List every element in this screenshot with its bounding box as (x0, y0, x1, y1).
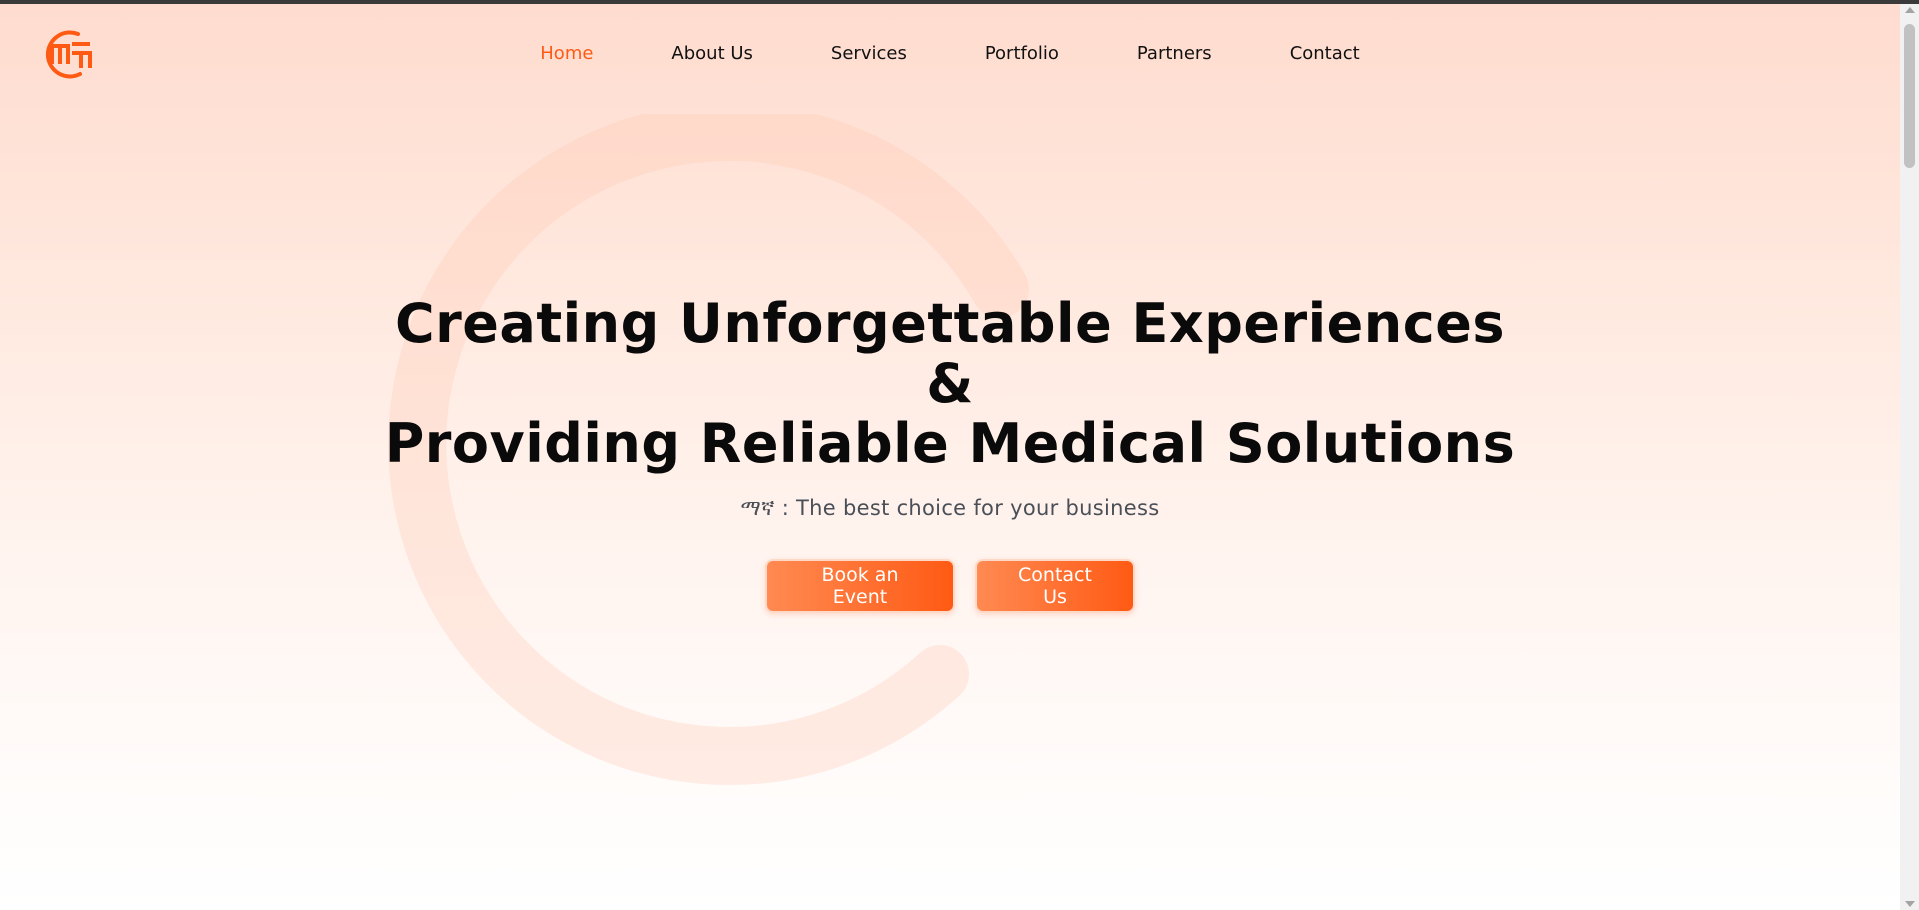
contact-us-button[interactable]: Contact Us (975, 559, 1135, 613)
nav-link-portfolio[interactable]: Portfolio (985, 42, 1059, 66)
nav-link-services[interactable]: Services (831, 42, 907, 66)
main-nav: Home About Us Services Portfolio Partner… (0, 42, 1900, 66)
hero-title-line-1: Creating Unforgettable Experiences (395, 292, 1505, 355)
nav-link-partners[interactable]: Partners (1137, 42, 1212, 66)
nav-link-contact[interactable]: Contact (1290, 42, 1360, 66)
top-navbar: Home About Us Services Portfolio Partner… (0, 4, 1900, 104)
hero-viewport: Home About Us Services Portfolio Partner… (0, 4, 1900, 910)
hero-title-line-3: Providing Reliable Medical Solutions (384, 412, 1516, 475)
scroll-up-arrow-icon[interactable] (1905, 7, 1915, 13)
hero-title-ampersand: & (926, 352, 974, 415)
vertical-scrollbar[interactable] (1900, 4, 1919, 910)
scrollbar-thumb[interactable] (1904, 24, 1915, 168)
hero-title: Creating Unforgettable Experiences & Pro… (0, 294, 1900, 474)
book-event-button[interactable]: Book an Event (765, 559, 955, 613)
nav-link-home[interactable]: Home (540, 42, 593, 66)
page: Home About Us Services Portfolio Partner… (0, 0, 1919, 910)
hero-section: Creating Unforgettable Experiences & Pro… (0, 294, 1900, 613)
nav-link-about-us[interactable]: About Us (671, 42, 753, 66)
hero-subtitle: ማኛ : The best choice for your business (740, 496, 1160, 520)
scroll-down-arrow-icon[interactable] (1905, 901, 1915, 907)
window-top-border (0, 0, 1919, 4)
hero-buttons: Book an Event Contact Us (0, 559, 1900, 613)
